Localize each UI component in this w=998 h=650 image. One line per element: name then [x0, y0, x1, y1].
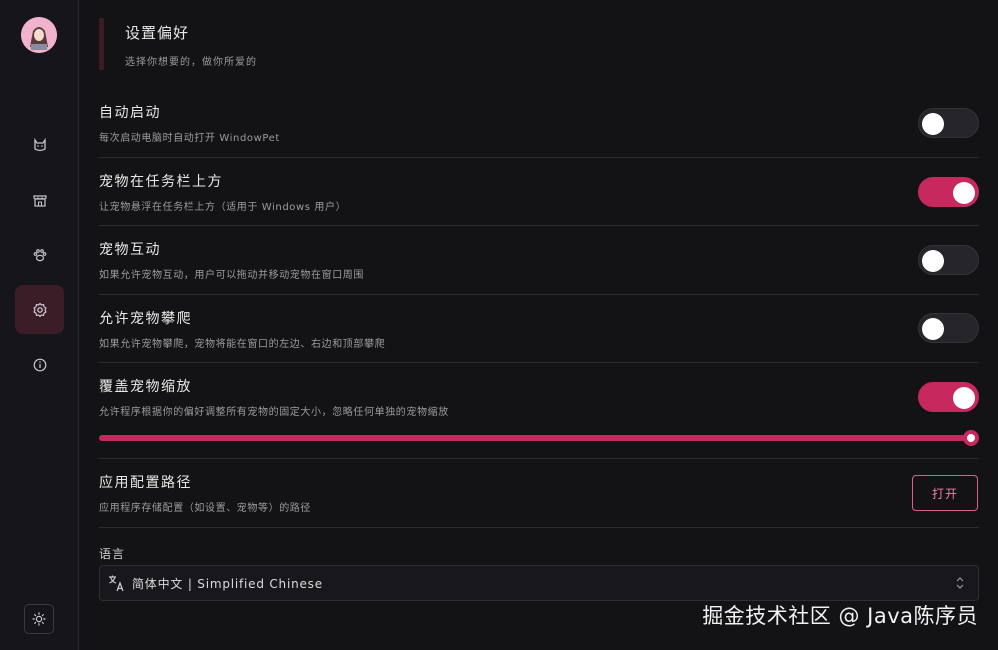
autostart-toggle[interactable] — [918, 108, 979, 138]
scale-slider-thumb[interactable] — [963, 430, 979, 446]
language-value: 简体中文 | Simplified Chinese — [132, 576, 323, 591]
sun-icon — [32, 612, 46, 626]
setting-pet-interaction: 宠物互动 如果允许宠物互动，用户可以拖动并移动宠物在窗口周围 — [99, 240, 979, 285]
setting-autostart: 自动启动 每次启动电脑时自动打开 WindowPet — [99, 103, 979, 148]
setting-description: 如果允许宠物攀爬，宠物将能在窗口的左边、右边和顶部攀爬 — [99, 339, 386, 350]
override-scale-toggle[interactable] — [918, 382, 979, 412]
page-title: 设置偏好 — [125, 24, 190, 42]
setting-above-taskbar: 宠物在任务栏上方 让宠物悬浮在任务栏上方（适用于 Windows 用户） — [99, 172, 979, 217]
above-taskbar-toggle[interactable] — [918, 177, 979, 207]
pet-interaction-toggle[interactable] — [918, 245, 979, 275]
setting-description: 如果允许宠物互动，用户可以拖动并移动宠物在窗口周围 — [99, 270, 364, 281]
setting-description: 让宠物悬浮在任务栏上方（适用于 Windows 用户） — [99, 202, 347, 213]
divider — [99, 225, 979, 226]
toggle-knob — [922, 318, 944, 340]
settings-panel: 设置偏好 选择你想要的，做你所爱的 自动启动 每次启动电脑时自动打开 Windo… — [79, 0, 998, 650]
paw-icon — [33, 248, 46, 261]
divider — [99, 458, 979, 459]
setting-title: 宠物互动 — [99, 242, 161, 258]
setting-title: 宠物在任务栏上方 — [99, 174, 223, 190]
divider — [99, 294, 979, 295]
page-subtitle: 选择你想要的，做你所爱的 — [125, 57, 257, 68]
setting-title: 应用配置路径 — [99, 475, 192, 491]
toggle-knob — [953, 182, 975, 204]
setting-title: 自动启动 — [99, 105, 161, 121]
language-label: 语言 — [99, 547, 126, 561]
toggle-knob — [922, 250, 944, 272]
pet-climb-toggle[interactable] — [918, 313, 979, 343]
page-header: 设置偏好 选择你想要的，做你所爱的 — [99, 18, 499, 70]
divider — [99, 527, 979, 528]
setting-title: 允许宠物攀爬 — [99, 311, 192, 327]
open-config-button[interactable]: 打开 — [912, 475, 978, 511]
sidebar-item-about[interactable] — [15, 340, 64, 389]
sidebar — [0, 0, 79, 650]
setting-pet-climb: 允许宠物攀爬 如果允许宠物攀爬，宠物将能在窗口的左边、右边和顶部攀爬 — [99, 309, 979, 354]
setting-title: 覆盖宠物缩放 — [99, 379, 192, 395]
sidebar-item-cat[interactable] — [15, 120, 64, 169]
info-icon — [33, 358, 46, 371]
theme-toggle-button[interactable] — [24, 604, 54, 634]
sidebar-item-paw[interactable] — [15, 230, 64, 279]
gear-icon — [32, 302, 47, 317]
divider — [99, 157, 979, 158]
language-select[interactable]: 简体中文 | Simplified Chinese — [99, 565, 979, 601]
toggle-knob — [953, 387, 975, 409]
chevron-updown-icon — [956, 577, 964, 589]
store-icon — [32, 194, 47, 207]
setting-description: 应用程序存储配置（如设置、宠物等）的路径 — [99, 503, 311, 514]
cat-icon — [33, 137, 46, 151]
setting-config-path: 应用配置路径 应用程序存储配置（如设置、宠物等）的路径 — [99, 473, 979, 518]
translate-icon — [109, 575, 124, 592]
setting-override-scale: 覆盖宠物缩放 允许程序根据你的偏好调整所有宠物的固定大小，忽略任何单独的宠物缩放 — [99, 377, 979, 422]
divider — [99, 362, 979, 363]
toggle-knob — [922, 113, 944, 135]
scale-slider-track[interactable] — [99, 435, 971, 441]
setting-description: 每次启动电脑时自动打开 WindowPet — [99, 133, 280, 144]
watermark: 掘金技术社区 @ Java陈序员 — [702, 604, 978, 628]
avatar[interactable] — [21, 17, 57, 53]
setting-description: 允许程序根据你的偏好调整所有宠物的固定大小，忽略任何单独的宠物缩放 — [99, 407, 449, 418]
sidebar-item-settings[interactable] — [15, 285, 64, 334]
sidebar-item-store[interactable] — [15, 175, 64, 224]
